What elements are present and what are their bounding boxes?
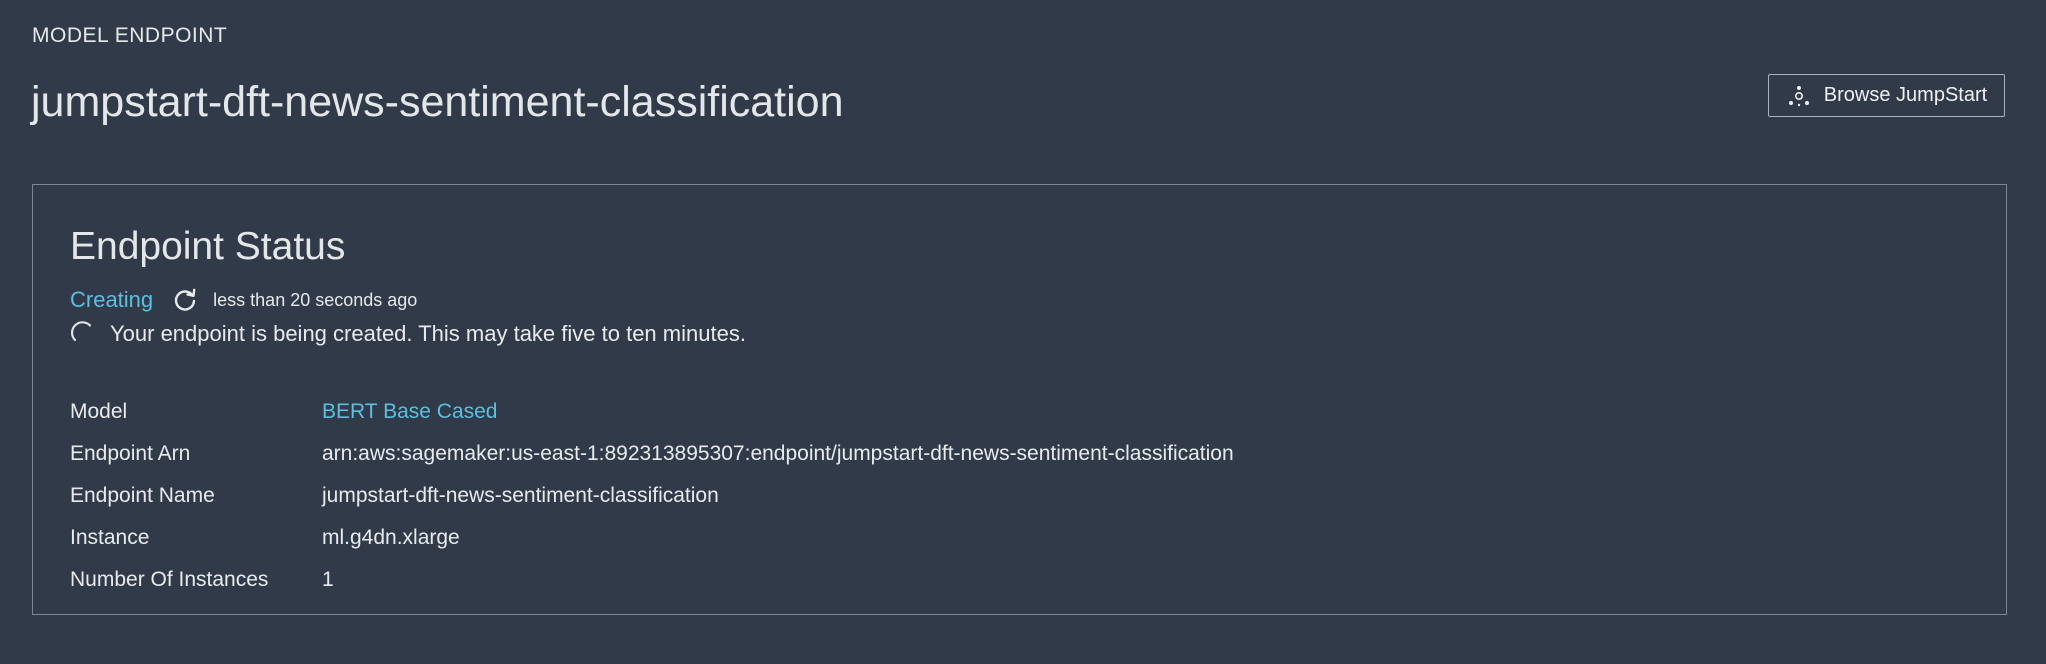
- page-title: jumpstart-dft-news-sentiment-classificat…: [31, 78, 844, 126]
- instance-value: ml.g4dn.xlarge: [322, 526, 460, 549]
- endpoint-arn-value: arn:aws:sagemaker:us-east-1:892313895307…: [322, 442, 1234, 465]
- detail-row-endpoint-name: Endpoint Name jumpstart-dft-news-sentime…: [70, 475, 1234, 517]
- detail-row-endpoint-arn: Endpoint Arn arn:aws:sagemaker:us-east-1…: [70, 433, 1234, 475]
- status-updated-time: less than 20 seconds ago: [213, 289, 418, 310]
- detail-label: Number Of Instances: [70, 568, 269, 591]
- status-row: Creating less than 20 seconds ago: [70, 285, 417, 315]
- detail-row-model: Model BERT Base Cased: [70, 391, 1234, 433]
- endpoint-status-title: Endpoint Status: [70, 225, 346, 268]
- browse-jumpstart-label: Browse JumpStart: [1823, 84, 1988, 106]
- progress-row: Your endpoint is being created. This may…: [70, 317, 746, 351]
- page-eyebrow: MODEL ENDPOINT: [32, 24, 228, 47]
- endpoint-details: Model BERT Base Cased Endpoint Arn arn:a…: [70, 391, 1234, 601]
- detail-label: Endpoint Arn: [70, 442, 191, 465]
- endpoint-status-panel: Endpoint Status Creating less than 20 se…: [32, 184, 2007, 615]
- detail-row-instance: Instance ml.g4dn.xlarge: [70, 517, 1234, 559]
- browse-jumpstart-button[interactable]: Browse JumpStart: [1768, 74, 2005, 117]
- progress-message: Your endpoint is being created. This may…: [110, 321, 746, 346]
- detail-label: Endpoint Name: [70, 484, 215, 507]
- endpoint-name-value: jumpstart-dft-news-sentiment-classificat…: [322, 484, 719, 507]
- model-endpoint-page: MODEL ENDPOINT jumpstart-dft-news-sentim…: [0, 0, 2046, 664]
- status-badge: Creating: [70, 287, 154, 312]
- refresh-icon[interactable]: [171, 286, 199, 314]
- detail-row-number-of-instances: Number Of Instances 1: [70, 559, 1234, 601]
- number-of-instances-value: 1: [322, 568, 334, 591]
- detail-label: Model: [70, 400, 128, 423]
- detail-label: Instance: [70, 526, 150, 549]
- spinner-icon: [70, 320, 98, 348]
- model-link[interactable]: BERT Base Cased: [322, 400, 498, 424]
- jumpstart-icon: [1786, 83, 1812, 109]
